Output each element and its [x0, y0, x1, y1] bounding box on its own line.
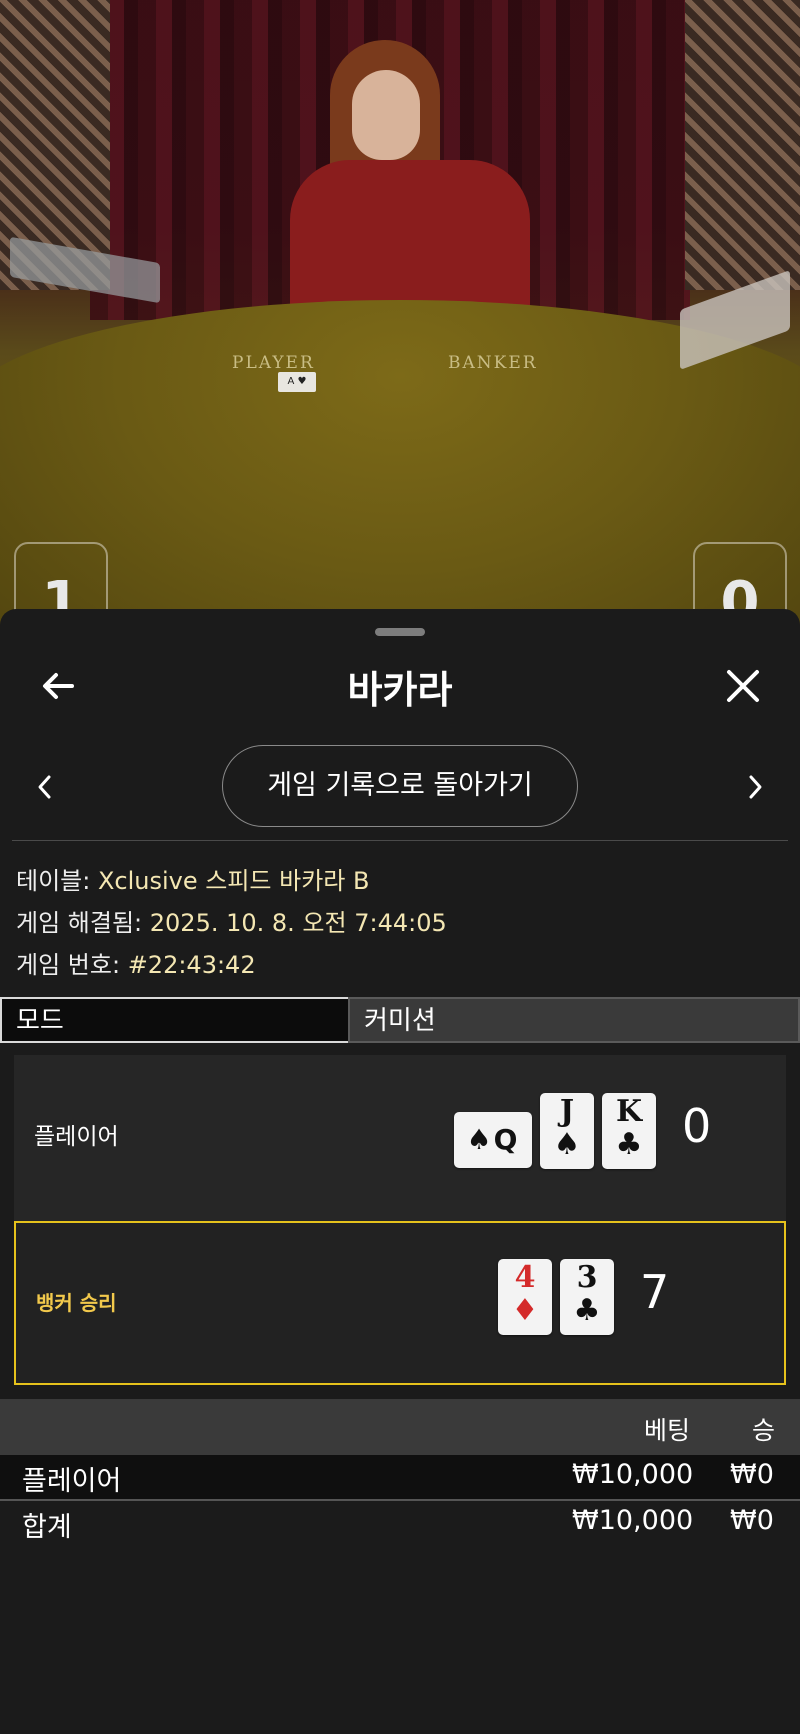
close-button[interactable] [718, 661, 768, 711]
card-rank: ♠Q [466, 1123, 520, 1156]
previous-game-button[interactable] [30, 767, 60, 807]
chevron-left-icon [38, 775, 51, 799]
divider [12, 840, 788, 841]
total-row: 합계 ₩10,000 ₩0 [0, 1501, 800, 1545]
bet-amount: ₩10,000 [572, 1459, 694, 1490]
banker-win-label: 뱅커 승리 [36, 1291, 117, 1315]
club-icon: ♣ [615, 1127, 643, 1162]
player-label: 플레이어 [34, 1124, 119, 1150]
player-card-3rd-sideways: ♠Q [454, 1112, 532, 1168]
bet-column-header: 베팅 [644, 1416, 691, 1445]
resolved-info: 게임 해결됨: 2025. 10. 8. 오전 7:44:05 [16, 903, 447, 938]
live-video-frame: PLAYER BANKER A ♥ 1 0 [0, 0, 800, 640]
resolved-value: 2025. 10. 8. 오전 7:44:05 [149, 909, 447, 937]
card-rank: K [615, 1094, 643, 1129]
table-info: 테이블: Xclusive 스피드 바카라 B [16, 861, 369, 896]
card-rank: 4 [514, 1260, 536, 1295]
table-row: 플레이어 ₩10,000 ₩0 [0, 1455, 800, 1501]
resolved-label: 게임 해결됨: [16, 909, 143, 937]
club-icon: ♣ [573, 1293, 601, 1328]
player-card-1: J ♠ [540, 1093, 594, 1169]
tab-bar: 모드 커미션 [0, 997, 800, 1043]
felt-player-label: PLAYER [232, 353, 315, 373]
page-title: 바카라 [347, 668, 453, 712]
sheet-grabber[interactable] [375, 628, 425, 636]
total-label: 합계 [22, 1512, 72, 1543]
player-hand-row: 플레이어 ♠Q J ♠ K ♣ 0 [14, 1055, 786, 1205]
total-bet-amount: ₩10,000 [572, 1505, 694, 1536]
result-panel: 플레이어 ♠Q J ♠ K ♣ 0 뱅커 승리 4 ♦ 3 ♣ 7 [14, 1055, 786, 1385]
banker-hand-row: 뱅커 승리 4 ♦ 3 ♣ 7 [14, 1221, 786, 1385]
chevron-right-icon [749, 775, 762, 799]
game-number-label: 게임 번호: [16, 951, 121, 979]
sheet-header: 바카라 [0, 649, 800, 719]
table-value: Xclusive 스피드 바카라 B [97, 867, 370, 895]
game-detail-sheet: 바카라 게임 기록으로 돌아가기 테이블: Xclusive 스피드 바카라 B… [0, 609, 800, 1734]
bets-table-header: 베팅 승 [0, 1399, 800, 1455]
player-card-2: K ♣ [602, 1093, 656, 1169]
felt-card: A ♥ [278, 372, 316, 392]
diamond-icon: ♦ [511, 1293, 539, 1328]
table-label: 테이블: [16, 867, 91, 895]
card-rank: J [559, 1094, 575, 1129]
game-navigation: 게임 기록으로 돌아가기 [0, 745, 800, 829]
dealer [290, 40, 570, 340]
game-number-value: #22:43:42 [127, 951, 256, 979]
win-column-header: 승 [752, 1416, 776, 1445]
bet-name: 플레이어 [22, 1466, 122, 1497]
player-points: 0 [682, 1099, 712, 1153]
back-to-history-button[interactable]: 게임 기록으로 돌아가기 [222, 745, 578, 827]
close-icon [727, 670, 759, 702]
win-amount: ₩0 [730, 1459, 774, 1490]
card-rank: 3 [576, 1260, 598, 1295]
spade-icon: ♠ [553, 1127, 581, 1162]
game-number-info: 게임 번호: #22:43:42 [16, 945, 256, 980]
banker-points: 7 [640, 1265, 670, 1319]
tab-mode[interactable]: 모드 [0, 997, 348, 1043]
banker-card-1: 4 ♦ [498, 1259, 552, 1335]
next-game-button[interactable] [740, 767, 770, 807]
felt-banker-label: BANKER [448, 353, 538, 373]
total-win-amount: ₩0 [730, 1505, 774, 1536]
banker-card-2: 3 ♣ [560, 1259, 614, 1335]
tab-commission[interactable]: 커미션 [348, 997, 800, 1043]
decorative-screen-right [685, 0, 800, 290]
